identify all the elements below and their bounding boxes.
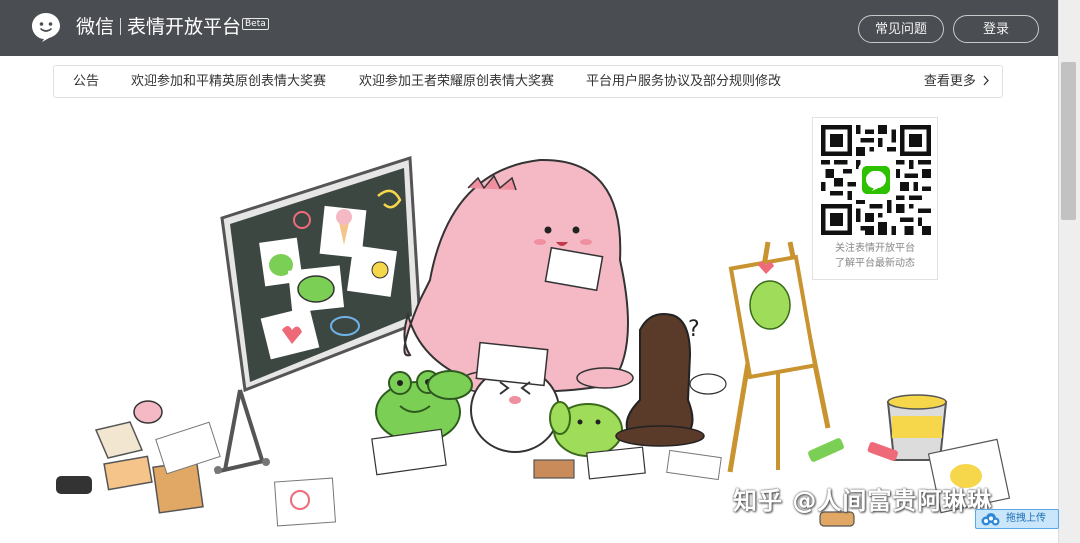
svg-text:?: ? (688, 317, 700, 342)
wechat-sticker-logo-icon[interactable] (30, 11, 62, 43)
white-bunny (470, 341, 560, 453)
app-name: 微信 (76, 16, 115, 38)
qr-caption-line2: 了解平台最新动态 (835, 258, 915, 269)
brand-divider (120, 18, 122, 35)
top-navbar: 微信 表情开放平台 Beta 常见问题 登录 (0, 0, 1058, 56)
chevron-right-icon (983, 75, 989, 86)
drag-upload-button[interactable]: 拖拽上传 (975, 509, 1059, 529)
qr-caption-line1: 关注表情开放平台 (835, 243, 915, 254)
qr-code-icon[interactable] (821, 125, 931, 235)
page: 微信 表情开放平台 Beta 常见问题 登录 公告 欢迎参加和平精英原创表情大奖赛… (0, 0, 1080, 543)
announcement-bar: 公告 欢迎参加和平精英原创表情大奖赛 欢迎参加王者荣耀原创表情大奖赛 平台用户服… (53, 65, 1003, 98)
zhihu-watermark: 知乎 @人间富贵阿琳琳 (733, 487, 993, 515)
view-more-link[interactable]: 查看更多 (924, 66, 990, 97)
announcement-link[interactable]: 欢迎参加王者荣耀原创表情大奖赛 (359, 66, 554, 97)
view-more-label: 查看更多 (923, 74, 976, 89)
login-button[interactable]: 登录 (953, 15, 1039, 43)
announcement-link[interactable]: 平台用户服务协议及部分规则修改 (586, 66, 781, 97)
cloud-upload-icon (981, 513, 1000, 526)
green-frog (371, 370, 473, 476)
announcement-title: 公告 (73, 74, 100, 89)
upload-label: 拖拽上传 (1006, 513, 1046, 524)
announcement-link[interactable]: 欢迎参加和平精英原创表情大奖赛 (131, 66, 326, 97)
product-name: 表情开放平台 (127, 16, 242, 38)
qr-follow-card: 关注表情开放平台 了解平台最新动态 (812, 117, 938, 280)
beta-badge: Beta (242, 18, 269, 30)
brand-title[interactable]: 微信 表情开放平台 (76, 14, 241, 40)
scrollbar-thumb[interactable] (1061, 62, 1076, 220)
faq-button[interactable]: 常见问题 (858, 15, 944, 43)
